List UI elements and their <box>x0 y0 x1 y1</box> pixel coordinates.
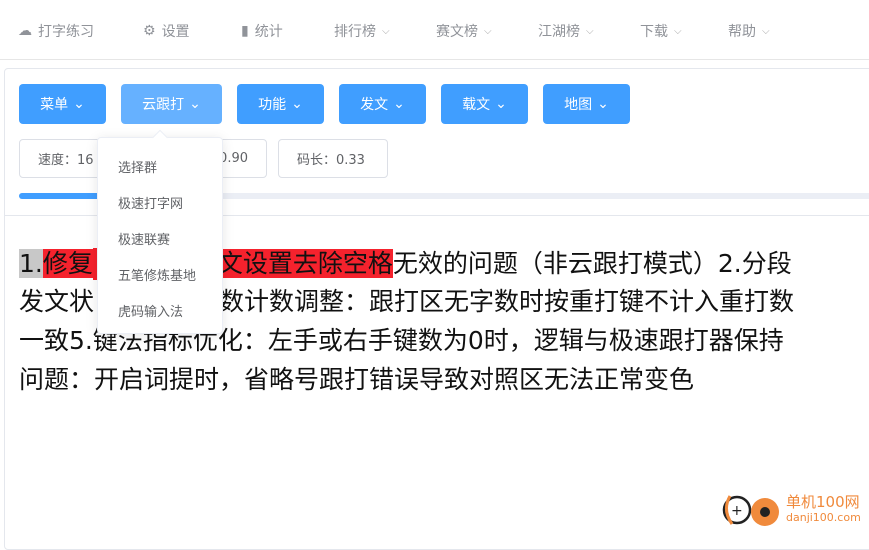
text-line-4: 问题：开启词提时，省略号跟打错误导致对照区无法正常变色 <box>19 365 695 394</box>
chevron-down-icon: ⌄ <box>189 96 201 112</box>
dropdown-item-select-group[interactable]: 选择群 <box>118 157 157 176</box>
function-button[interactable]: 功能 ⌄ <box>237 84 324 124</box>
accuracy-stat: 0.90 <box>219 151 248 166</box>
danji-logo-icon: + <box>722 495 779 526</box>
chevron-down-icon: ⌄ <box>291 96 303 112</box>
chevron-down-icon: ⌵ <box>484 25 492 37</box>
progress-fill <box>19 193 105 199</box>
nav-jianghu-rankings[interactable]: 江湖榜 ⌵ <box>538 21 594 41</box>
send-text-button[interactable]: 发文 ⌄ <box>339 84 426 124</box>
watermark-logo: + 单机100网 danji100.com <box>720 490 861 530</box>
svg-text:+: + <box>731 503 743 519</box>
cloud-icon: ☁ <box>18 23 32 39</box>
dropdown-item-speed-league[interactable]: 极速联赛 <box>118 229 170 248</box>
nav-stats[interactable]: ▮ 统计 <box>241 21 283 41</box>
nav-download[interactable]: 下载 ⌵ <box>640 21 682 41</box>
gear-icon: ⚙ <box>143 23 156 39</box>
code-length-stat: 码长：0.33 <box>278 139 388 178</box>
dropdown-item-speed-typing-site[interactable]: 极速打字网 <box>118 193 183 212</box>
dropdown-item-wubi-base[interactable]: 五笔修炼基地 <box>118 265 196 284</box>
nav-race-rankings[interactable]: 赛文榜 ⌵ <box>436 21 492 41</box>
chevron-down-icon: ⌄ <box>597 96 609 112</box>
nav-typing-practice[interactable]: ☁ 打字练习 <box>18 21 94 41</box>
chevron-down-icon: ⌵ <box>382 25 390 37</box>
bar-chart-icon: ▮ <box>241 23 249 39</box>
cloud-follow-button[interactable]: 云跟打 ⌄ <box>121 84 222 124</box>
menu-button[interactable]: 菜单 ⌄ <box>19 84 106 124</box>
dropdown-item-tiger-input[interactable]: 虎码输入法 <box>118 301 183 320</box>
cloud-follow-dropdown: 选择群 极速打字网 极速联赛 五笔修炼基地 虎码输入法 <box>97 137 223 334</box>
chevron-down-icon: ⌵ <box>762 25 770 37</box>
chevron-down-icon: ⌵ <box>674 25 682 37</box>
chevron-down-icon: ⌵ <box>586 25 594 37</box>
nav-help[interactable]: 帮助 ⌵ <box>728 21 770 41</box>
chevron-down-icon: ⌄ <box>73 96 85 112</box>
chevron-down-icon: ⌄ <box>393 96 405 112</box>
map-button[interactable]: 地图 ⌄ <box>543 84 630 124</box>
nav-rankings[interactable]: 排行榜 ⌵ <box>334 21 390 41</box>
load-text-button[interactable]: 载文 ⌄ <box>441 84 528 124</box>
top-nav: ☁ 打字练习 ⚙ 设置 ▮ 统计 排行榜 ⌵ 赛文榜 ⌵ 江湖榜 ⌵ 下载 ⌵ 帮助 ⌵ <box>0 0 869 60</box>
nav-settings[interactable]: ⚙ 设置 <box>143 21 190 41</box>
chevron-down-icon: ⌄ <box>495 96 507 112</box>
